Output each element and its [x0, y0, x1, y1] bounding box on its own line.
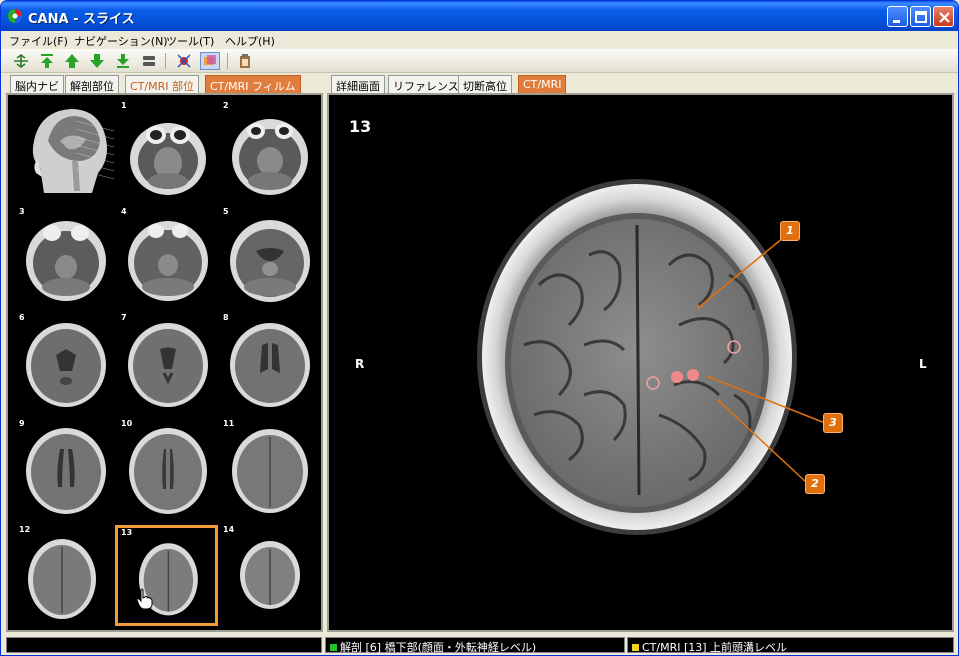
yellow-indicator-icon: [632, 644, 639, 651]
film-thumbnail[interactable]: 9: [16, 419, 116, 519]
tab-reference[interactable]: リファレンス: [388, 75, 464, 93]
tab-brain-navi[interactable]: 脳内ナビ: [10, 75, 64, 93]
minimize-icon: [893, 20, 900, 23]
app-window: CANA - スライス ファイル(F) ナビゲーション(N) ツール(T) ヘル…: [0, 0, 959, 656]
up-icon[interactable]: [62, 52, 82, 70]
fit-icon[interactable]: [11, 52, 31, 70]
tab-anatomy[interactable]: 解剖部位: [65, 75, 119, 93]
axial-slice-image: [230, 220, 310, 302]
film-thumbnail[interactable]: 6: [16, 313, 116, 413]
minimize-button[interactable]: [887, 6, 908, 27]
thumbnail-number: 9: [19, 419, 25, 428]
film-thumbnail[interactable]: 11: [220, 419, 320, 519]
axial-slice-image: [130, 123, 206, 195]
hand-cursor-icon: [136, 588, 153, 610]
close-button[interactable]: [933, 6, 954, 27]
thumbnail-number: 14: [223, 525, 235, 534]
top-icon[interactable]: [37, 52, 57, 70]
status-empty-segment: [6, 637, 322, 653]
film-thumbnail[interactable]: 7: [118, 313, 218, 413]
axial-slice-image: [28, 539, 96, 619]
menu-navigation[interactable]: ナビゲーション(N): [74, 33, 168, 49]
axial-mri-image: [477, 179, 826, 535]
thumbnail-number: 3: [19, 207, 25, 216]
annotation-marker-1[interactable]: 1: [780, 221, 800, 241]
axial-slice-image: [138, 543, 198, 616]
axial-slice-image: [232, 429, 308, 513]
thumbnail-number: 5: [223, 207, 229, 216]
status-ctmri-text: CT/MRI [13] 上前頭溝レベル: [642, 641, 788, 654]
thumbnail-number: 13: [121, 528, 133, 537]
tab-ct-mri-film[interactable]: CT/MRI フィルム: [205, 75, 301, 93]
maximize-icon: [915, 11, 927, 23]
tab-ct-mri[interactable]: CT/MRI: [518, 75, 567, 93]
axial-slice-image: [230, 323, 310, 407]
thumbnail-number: 12: [19, 525, 31, 534]
film-thumbnail-panel: 1 2 3 4 5 6 7 8 9 10 11 12 13 14: [6, 93, 323, 632]
thumbnail-number: 11: [223, 419, 235, 428]
tab-ct-mri-region[interactable]: CT/MRI 部位: [125, 75, 199, 93]
annotation-marker-3[interactable]: 3: [823, 413, 843, 433]
axial-slice-image: [240, 541, 300, 609]
film-thumbnail[interactable]: 5: [220, 207, 320, 307]
menu-tools[interactable]: ツール(T): [166, 33, 214, 49]
menu-help[interactable]: ヘルプ(H): [225, 33, 275, 49]
axial-slice-image: [129, 428, 207, 514]
slice-view-button[interactable]: [200, 52, 220, 70]
thumbnail-number: 8: [223, 313, 229, 322]
film-thumbnail-selected[interactable]: 13: [115, 525, 218, 626]
thumbnail-number: 2: [223, 101, 229, 110]
thumbnail-number: 4: [121, 207, 127, 216]
film-thumbnail[interactable]: 8: [220, 313, 320, 413]
status-anatomy-segment: 解剖 [6] 橋下部(顔面・外転神経レベル): [325, 637, 625, 654]
axial-slice-image: [128, 323, 208, 407]
status-ctmri-segment: CT/MRI [13] 上前頭溝レベル: [627, 637, 954, 654]
slice-view-icon: [204, 55, 216, 65]
menu-bar: ファイル(F) ナビゲーション(N) ツール(T) ヘルプ(H): [1, 31, 958, 49]
axial-slice-image: [26, 221, 106, 301]
film-thumbnail[interactable]: 14: [220, 525, 320, 625]
toolbar: [1, 49, 958, 73]
thumbnail-number: 6: [19, 313, 25, 322]
film-thumbnail[interactable]: 12: [16, 525, 116, 625]
thumbnail-number: 7: [121, 313, 127, 322]
film-thumbnail[interactable]: 1: [118, 101, 218, 201]
toolbar-separator: [227, 53, 228, 69]
axial-slice-image: [26, 323, 106, 407]
film-thumbnail[interactable]: 3: [16, 207, 116, 307]
axial-slice-image: [232, 119, 308, 195]
bottom-icon[interactable]: [113, 52, 133, 70]
sagittal-head-image: [32, 109, 115, 193]
tab-detail-view[interactable]: 詳細画面: [331, 75, 385, 93]
close-icon: [939, 12, 950, 23]
mri-viewer[interactable]: 13 R L 1 3 2: [327, 93, 954, 632]
axial-slice-image: [26, 428, 106, 514]
tab-section-level[interactable]: 切断高位: [458, 75, 512, 93]
film-thumbnail[interactable]: 4: [118, 207, 218, 307]
toolbar-separator: [165, 53, 166, 69]
axial-slice-image: [128, 221, 208, 301]
thumbnail-number: 1: [121, 101, 127, 110]
sagittal-reference-thumbnail[interactable]: [16, 101, 116, 201]
status-anatomy-text: 解剖 [6] 橋下部(顔面・外転神経レベル): [340, 641, 537, 654]
title-bar[interactable]: CANA - スライス: [1, 1, 958, 31]
film-thumbnail[interactable]: 10: [118, 419, 218, 519]
layer-icon[interactable]: [139, 52, 159, 70]
thumbnail-number: 10: [121, 419, 133, 428]
marker-icon[interactable]: [174, 52, 194, 70]
maximize-button[interactable]: [910, 6, 931, 27]
menu-file[interactable]: ファイル(F): [9, 33, 68, 49]
down-icon[interactable]: [87, 52, 107, 70]
film-thumbnail[interactable]: 2: [220, 101, 320, 201]
annotation-marker-2[interactable]: 2: [805, 474, 825, 494]
clipboard-icon[interactable]: [235, 52, 255, 70]
status-bar: 解剖 [6] 橋下部(顔面・外転神経レベル) CT/MRI [13] 上前頭溝レ…: [1, 635, 958, 655]
green-indicator-icon: [330, 644, 337, 651]
window-title: CANA - スライス: [28, 12, 135, 27]
app-logo-icon: [8, 9, 22, 23]
